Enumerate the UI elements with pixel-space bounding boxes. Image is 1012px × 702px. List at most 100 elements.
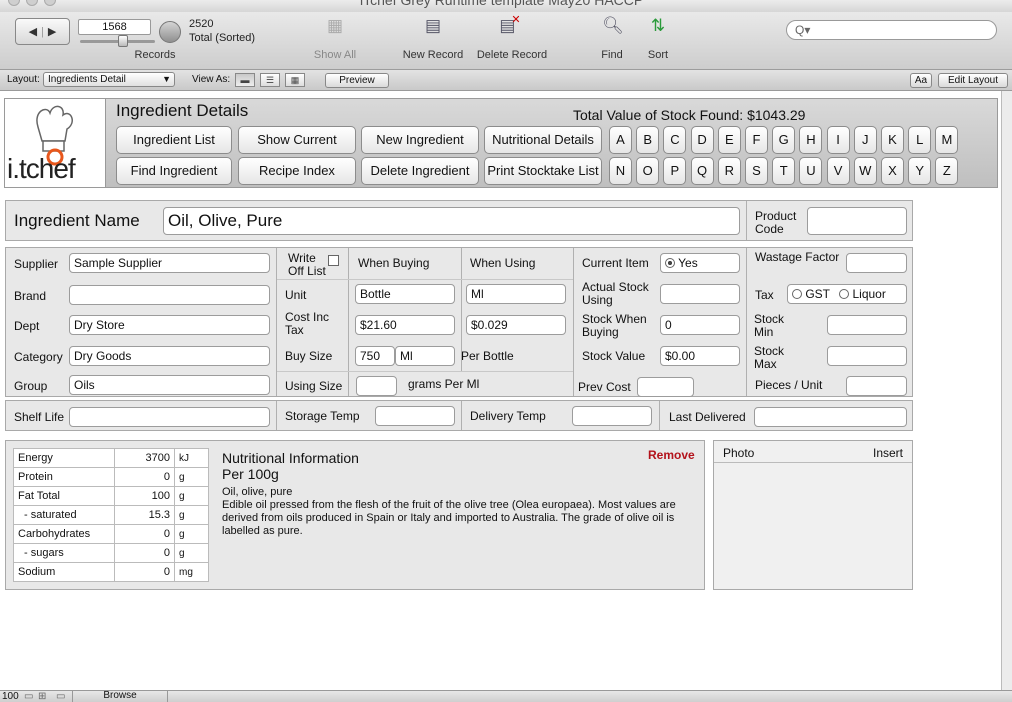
brand-field[interactable]	[69, 285, 270, 305]
buy-unit-field[interactable]: Bottle	[355, 284, 455, 304]
gst-radio[interactable]	[792, 289, 802, 299]
zoom-out-icon[interactable]: ▭	[24, 691, 33, 702]
record-number-field[interactable]: 1568	[78, 19, 151, 35]
liquor-radio[interactable]	[839, 289, 850, 299]
letter-button-e[interactable]: E	[717, 126, 741, 154]
zoom-level[interactable]: 100	[2, 691, 19, 702]
list-view-icon[interactable]: ☰	[260, 73, 280, 87]
nutrition-value[interactable]: 3700	[114, 448, 175, 468]
letter-button-s[interactable]: S	[745, 157, 768, 185]
nutrition-value[interactable]: 0	[114, 562, 175, 582]
letter-button-f[interactable]: F	[745, 126, 768, 154]
find-ingredient-button[interactable]: Find Ingredient	[116, 157, 232, 185]
prev-cost-field[interactable]	[637, 377, 694, 397]
write-off-checkbox[interactable]	[328, 255, 339, 266]
letter-button-x[interactable]: X	[881, 157, 904, 185]
letter-button-q[interactable]: Q	[690, 157, 714, 185]
new-record-button[interactable]: New Record	[398, 49, 468, 61]
yes-radio[interactable]	[665, 258, 675, 268]
show-all-button[interactable]: Show All	[305, 49, 365, 61]
delivery-temp-field[interactable]	[572, 406, 652, 426]
sort-button[interactable]: Sort	[638, 49, 678, 61]
zoom-in-icon[interactable]: ⊞	[38, 691, 46, 702]
shelf-life-field[interactable]	[69, 407, 270, 427]
tax-field[interactable]: GST Liquor	[787, 284, 907, 304]
new-ingredient-button[interactable]: New Ingredient	[361, 126, 479, 154]
show-current-button[interactable]: Show Current	[238, 126, 356, 154]
letter-button-h[interactable]: H	[799, 126, 823, 154]
letter-button-u[interactable]: U	[799, 157, 823, 185]
delete-record-icon[interactable]: ▤✕	[497, 14, 527, 36]
actual-stock-field[interactable]	[660, 284, 740, 304]
remove-nutrition-button[interactable]: Remove	[648, 448, 695, 462]
wastage-factor-field[interactable]	[846, 253, 907, 273]
letter-button-y[interactable]: Y	[908, 157, 932, 185]
next-record-icon[interactable]: ▶	[48, 25, 56, 38]
last-delivered-field[interactable]	[754, 407, 907, 427]
quick-find-input[interactable]: Q▾	[786, 20, 997, 40]
group-field[interactable]: Oils	[69, 375, 270, 395]
dept-field[interactable]: Dry Store	[69, 315, 270, 335]
current-item-field[interactable]: Yes	[660, 253, 740, 273]
letter-button-o[interactable]: O	[636, 157, 660, 185]
letter-button-l[interactable]: L	[908, 126, 932, 154]
preview-button[interactable]: Preview	[325, 73, 389, 88]
using-size-field[interactable]	[356, 376, 397, 396]
supplier-field[interactable]: Sample Supplier	[69, 253, 270, 273]
delete-record-button[interactable]: Delete Record	[472, 49, 552, 61]
stock-value-field[interactable]: $0.00	[660, 346, 740, 366]
letter-button-j[interactable]: J	[853, 126, 877, 154]
letter-button-n[interactable]: N	[609, 157, 632, 185]
buy-size-field[interactable]: 750	[355, 346, 395, 366]
letter-button-k[interactable]: K	[881, 126, 904, 154]
storage-temp-field[interactable]	[375, 406, 455, 426]
letter-button-d[interactable]: D	[690, 126, 714, 154]
table-view-icon[interactable]: ▦	[285, 73, 305, 87]
letter-button-v[interactable]: V	[826, 157, 850, 185]
ingredient-name-field[interactable]: Oil, Olive, Pure	[163, 207, 740, 235]
category-field[interactable]: Dry Goods	[69, 346, 270, 366]
vertical-scrollbar[interactable]	[1002, 91, 1012, 690]
find-icon[interactable]: 🔍︎	[598, 16, 628, 36]
delete-ingredient-button[interactable]: Delete Ingredient	[361, 157, 479, 185]
find-button[interactable]: Find	[592, 49, 632, 61]
product-code-field[interactable]	[807, 207, 907, 235]
text-format-button[interactable]: Aa	[910, 73, 932, 88]
nutrition-value[interactable]: 0	[114, 467, 175, 487]
letter-button-c[interactable]: C	[663, 126, 687, 154]
new-record-icon[interactable]: ▤	[418, 16, 448, 36]
nutrition-value[interactable]: 100	[114, 486, 175, 506]
layout-select[interactable]: Ingredients Detail ▼	[43, 72, 175, 87]
letter-button-w[interactable]: W	[853, 157, 877, 185]
buy-size-unit-field[interactable]: Ml	[395, 346, 455, 366]
letter-button-m[interactable]: M	[935, 126, 959, 154]
close-window-icon[interactable]	[8, 0, 20, 6]
stock-min-field[interactable]	[827, 315, 907, 335]
prev-record-icon[interactable]: ◀	[29, 25, 37, 38]
record-slider-handle[interactable]	[118, 35, 128, 47]
status-toggle-icon[interactable]: ▭	[56, 691, 65, 702]
mode-indicator[interactable]: Browse	[72, 691, 168, 702]
form-view-icon[interactable]: ▬	[235, 73, 255, 87]
edit-layout-button[interactable]: Edit Layout	[938, 73, 1008, 88]
nutrition-value[interactable]: 15.3	[114, 505, 175, 525]
minimize-window-icon[interactable]	[26, 0, 38, 6]
ingredient-list-button[interactable]: Ingredient List	[116, 126, 232, 154]
record-navigation[interactable]: ◀ | ▶	[15, 18, 70, 45]
show-all-icon[interactable]: ▦	[320, 16, 350, 36]
letter-button-p[interactable]: P	[663, 157, 687, 185]
use-cost-field[interactable]: $0.029	[466, 315, 566, 335]
use-unit-field[interactable]: Ml	[466, 284, 566, 304]
letter-button-a[interactable]: A	[609, 126, 632, 154]
letter-button-z[interactable]: Z	[935, 157, 959, 185]
nutrition-value[interactable]: 0	[114, 524, 175, 544]
letter-button-t[interactable]: T	[772, 157, 796, 185]
buy-cost-field[interactable]: $21.60	[355, 315, 455, 335]
recipe-index-button[interactable]: Recipe Index	[238, 157, 356, 185]
sort-icon[interactable]: ⇅	[643, 16, 673, 36]
zoom-window-icon[interactable]	[44, 0, 56, 6]
print-stocktake-button[interactable]: Print Stocktake List	[484, 157, 602, 185]
letter-button-b[interactable]: B	[636, 126, 660, 154]
nutrition-value[interactable]: 0	[114, 543, 175, 563]
letter-button-i[interactable]: I	[826, 126, 850, 154]
